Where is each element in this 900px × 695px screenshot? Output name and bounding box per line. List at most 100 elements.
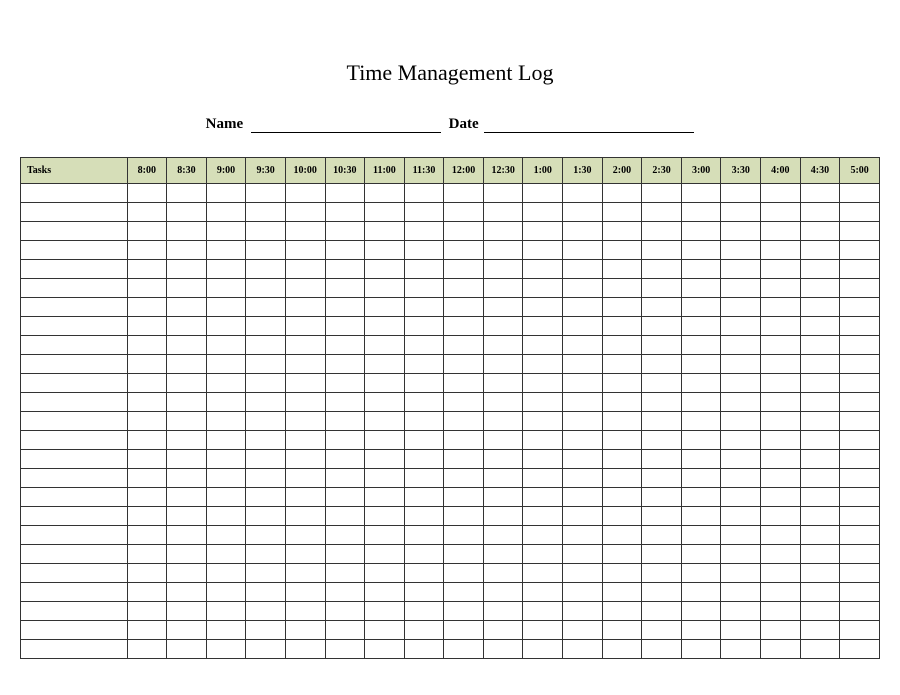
time-cell[interactable]	[246, 317, 286, 336]
time-cell[interactable]	[483, 507, 523, 526]
time-cell[interactable]	[206, 526, 246, 545]
time-cell[interactable]	[800, 583, 840, 602]
task-cell[interactable]	[21, 184, 128, 203]
time-cell[interactable]	[127, 469, 167, 488]
time-cell[interactable]	[602, 526, 642, 545]
time-cell[interactable]	[404, 450, 444, 469]
time-cell[interactable]	[127, 621, 167, 640]
time-cell[interactable]	[602, 431, 642, 450]
task-cell[interactable]	[21, 545, 128, 564]
time-cell[interactable]	[840, 640, 880, 659]
time-cell[interactable]	[840, 298, 880, 317]
time-cell[interactable]	[761, 640, 801, 659]
time-cell[interactable]	[404, 507, 444, 526]
time-cell[interactable]	[563, 336, 603, 355]
time-cell[interactable]	[642, 317, 682, 336]
time-cell[interactable]	[563, 279, 603, 298]
time-cell[interactable]	[523, 336, 563, 355]
time-cell[interactable]	[681, 241, 721, 260]
time-cell[interactable]	[563, 184, 603, 203]
name-input-line[interactable]	[251, 119, 441, 133]
time-cell[interactable]	[285, 184, 325, 203]
time-cell[interactable]	[721, 241, 761, 260]
time-cell[interactable]	[483, 222, 523, 241]
time-cell[interactable]	[602, 488, 642, 507]
time-cell[interactable]	[800, 469, 840, 488]
time-cell[interactable]	[167, 488, 207, 507]
time-cell[interactable]	[127, 336, 167, 355]
time-cell[interactable]	[246, 298, 286, 317]
time-cell[interactable]	[325, 450, 365, 469]
time-cell[interactable]	[721, 488, 761, 507]
time-cell[interactable]	[563, 203, 603, 222]
time-cell[interactable]	[483, 279, 523, 298]
time-cell[interactable]	[761, 488, 801, 507]
time-cell[interactable]	[523, 317, 563, 336]
time-cell[interactable]	[563, 431, 603, 450]
time-cell[interactable]	[365, 203, 405, 222]
time-cell[interactable]	[206, 431, 246, 450]
time-cell[interactable]	[681, 298, 721, 317]
time-cell[interactable]	[523, 184, 563, 203]
time-cell[interactable]	[761, 317, 801, 336]
time-cell[interactable]	[840, 583, 880, 602]
task-cell[interactable]	[21, 336, 128, 355]
time-cell[interactable]	[483, 469, 523, 488]
time-cell[interactable]	[523, 469, 563, 488]
time-cell[interactable]	[127, 526, 167, 545]
time-cell[interactable]	[840, 222, 880, 241]
time-cell[interactable]	[285, 526, 325, 545]
time-cell[interactable]	[602, 393, 642, 412]
time-cell[interactable]	[206, 545, 246, 564]
time-cell[interactable]	[721, 545, 761, 564]
time-cell[interactable]	[246, 374, 286, 393]
time-cell[interactable]	[246, 260, 286, 279]
time-cell[interactable]	[127, 602, 167, 621]
time-cell[interactable]	[563, 583, 603, 602]
time-cell[interactable]	[563, 298, 603, 317]
time-cell[interactable]	[365, 431, 405, 450]
time-cell[interactable]	[444, 602, 484, 621]
time-cell[interactable]	[840, 431, 880, 450]
time-cell[interactable]	[127, 355, 167, 374]
time-cell[interactable]	[800, 393, 840, 412]
time-cell[interactable]	[167, 260, 207, 279]
time-cell[interactable]	[721, 431, 761, 450]
time-cell[interactable]	[642, 412, 682, 431]
time-cell[interactable]	[483, 260, 523, 279]
time-cell[interactable]	[285, 469, 325, 488]
time-cell[interactable]	[840, 241, 880, 260]
time-cell[interactable]	[523, 602, 563, 621]
time-cell[interactable]	[721, 526, 761, 545]
time-cell[interactable]	[721, 507, 761, 526]
time-cell[interactable]	[721, 336, 761, 355]
time-cell[interactable]	[246, 545, 286, 564]
time-cell[interactable]	[365, 260, 405, 279]
time-cell[interactable]	[365, 640, 405, 659]
time-cell[interactable]	[285, 241, 325, 260]
time-cell[interactable]	[800, 564, 840, 583]
time-cell[interactable]	[325, 203, 365, 222]
time-cell[interactable]	[563, 488, 603, 507]
time-cell[interactable]	[325, 298, 365, 317]
time-cell[interactable]	[840, 469, 880, 488]
time-cell[interactable]	[483, 203, 523, 222]
time-cell[interactable]	[127, 583, 167, 602]
time-cell[interactable]	[206, 184, 246, 203]
time-cell[interactable]	[840, 412, 880, 431]
time-cell[interactable]	[365, 336, 405, 355]
time-cell[interactable]	[602, 602, 642, 621]
time-cell[interactable]	[642, 621, 682, 640]
time-cell[interactable]	[365, 583, 405, 602]
time-cell[interactable]	[761, 203, 801, 222]
time-cell[interactable]	[761, 184, 801, 203]
time-cell[interactable]	[246, 450, 286, 469]
time-cell[interactable]	[523, 545, 563, 564]
task-cell[interactable]	[21, 203, 128, 222]
task-cell[interactable]	[21, 374, 128, 393]
time-cell[interactable]	[483, 355, 523, 374]
time-cell[interactable]	[840, 621, 880, 640]
time-cell[interactable]	[404, 355, 444, 374]
time-cell[interactable]	[127, 507, 167, 526]
time-cell[interactable]	[483, 317, 523, 336]
